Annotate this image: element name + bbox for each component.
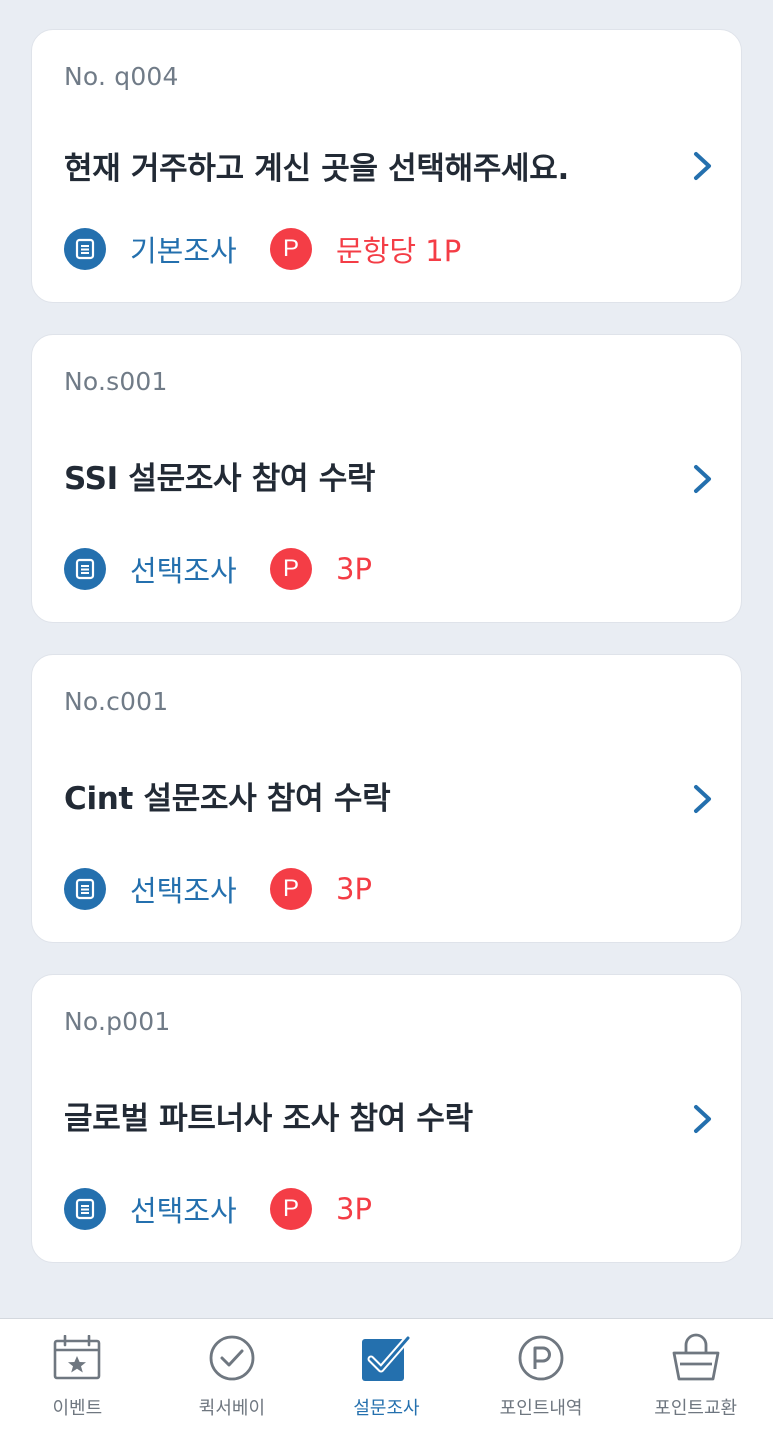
- survey-meta: 기본조사 P 문항당 1P: [64, 227, 461, 271]
- survey-title: SSI 설문조사 참여 수락: [64, 461, 376, 497]
- survey-card-q004[interactable]: No. q004 현재 거주하고 계신 곳을 선택해주세요. 기본조사 P 문항…: [31, 29, 742, 303]
- document-icon: [64, 548, 106, 590]
- document-icon: [64, 228, 106, 270]
- tab-event[interactable]: 이벤트: [0, 1319, 155, 1442]
- survey-number: No.c001: [64, 687, 169, 716]
- point-badge-icon: P: [270, 1188, 312, 1230]
- point-badge-icon: P: [270, 228, 312, 270]
- tab-label: 포인트교환: [654, 1398, 738, 1419]
- chevron-right-icon: [694, 152, 711, 180]
- tab-point-exchange[interactable]: 포인트교환: [618, 1319, 773, 1442]
- survey-title: 글로벌 파트너사 조사 참여 수락: [64, 1101, 473, 1137]
- shopping-basket-icon: [670, 1333, 722, 1382]
- calendar-star-icon: [51, 1334, 103, 1382]
- survey-title: Cint 설문조사 참여 수락: [64, 781, 391, 817]
- survey-meta: 선택조사 P 3P: [64, 547, 372, 591]
- point-circle-icon: [515, 1334, 567, 1382]
- document-icon: [64, 868, 106, 910]
- tab-label: 퀵서베이: [198, 1398, 266, 1419]
- survey-list-screen: No. q004 현재 거주하고 계신 곳을 선택해주세요. 기본조사 P 문항…: [0, 0, 773, 1442]
- survey-number: No.p001: [64, 1007, 171, 1036]
- survey-points-label: 3P: [336, 1192, 372, 1226]
- document-icon: [64, 1188, 106, 1230]
- tab-point-history[interactable]: 포인트내역: [464, 1319, 619, 1442]
- chevron-right-icon: [694, 465, 711, 493]
- survey-number: No.s001: [64, 367, 168, 396]
- point-badge-icon: P: [270, 548, 312, 590]
- survey-card-s001[interactable]: No.s001 SSI 설문조사 참여 수락 선택조사 P 3P: [31, 334, 742, 623]
- survey-type-label: 선택조사: [130, 1194, 237, 1228]
- survey-type-label: 선택조사: [130, 554, 237, 588]
- survey-meta: 선택조사 P 3P: [64, 1187, 372, 1231]
- survey-type-label: 기본조사: [130, 234, 237, 268]
- tab-quick-survey[interactable]: 퀵서베이: [155, 1319, 310, 1442]
- survey-list: No. q004 현재 거주하고 계신 곳을 선택해주세요. 기본조사 P 문항…: [31, 29, 742, 1294]
- survey-card-c001[interactable]: No.c001 Cint 설문조사 참여 수락 선택조사 P 3P: [31, 654, 742, 943]
- survey-points-label: 3P: [336, 552, 372, 586]
- chevron-right-icon: [694, 1105, 711, 1133]
- survey-points-label: 문항당 1P: [336, 234, 462, 268]
- tab-label: 포인트내역: [499, 1398, 583, 1419]
- check-circle-icon: [206, 1334, 258, 1382]
- checkbox-icon: [360, 1334, 412, 1382]
- bottom-tab-bar: 이벤트 퀵서베이 설문조사 포인트내역 포인트교환: [0, 1318, 773, 1442]
- survey-title: 현재 거주하고 계신 곳을 선택해주세요.: [64, 151, 569, 187]
- survey-number: No. q004: [64, 62, 179, 91]
- chevron-right-icon: [694, 785, 711, 813]
- point-badge-icon: P: [270, 868, 312, 910]
- survey-card-p001[interactable]: No.p001 글로벌 파트너사 조사 참여 수락 선택조사 P 3P: [31, 974, 742, 1263]
- survey-meta: 선택조사 P 3P: [64, 867, 372, 911]
- tab-survey[interactable]: 설문조사: [309, 1319, 464, 1442]
- tab-label: 설문조사: [353, 1398, 420, 1419]
- tab-label: 이벤트: [52, 1398, 103, 1419]
- survey-points-label: 3P: [336, 872, 372, 906]
- survey-type-label: 선택조사: [130, 874, 237, 908]
